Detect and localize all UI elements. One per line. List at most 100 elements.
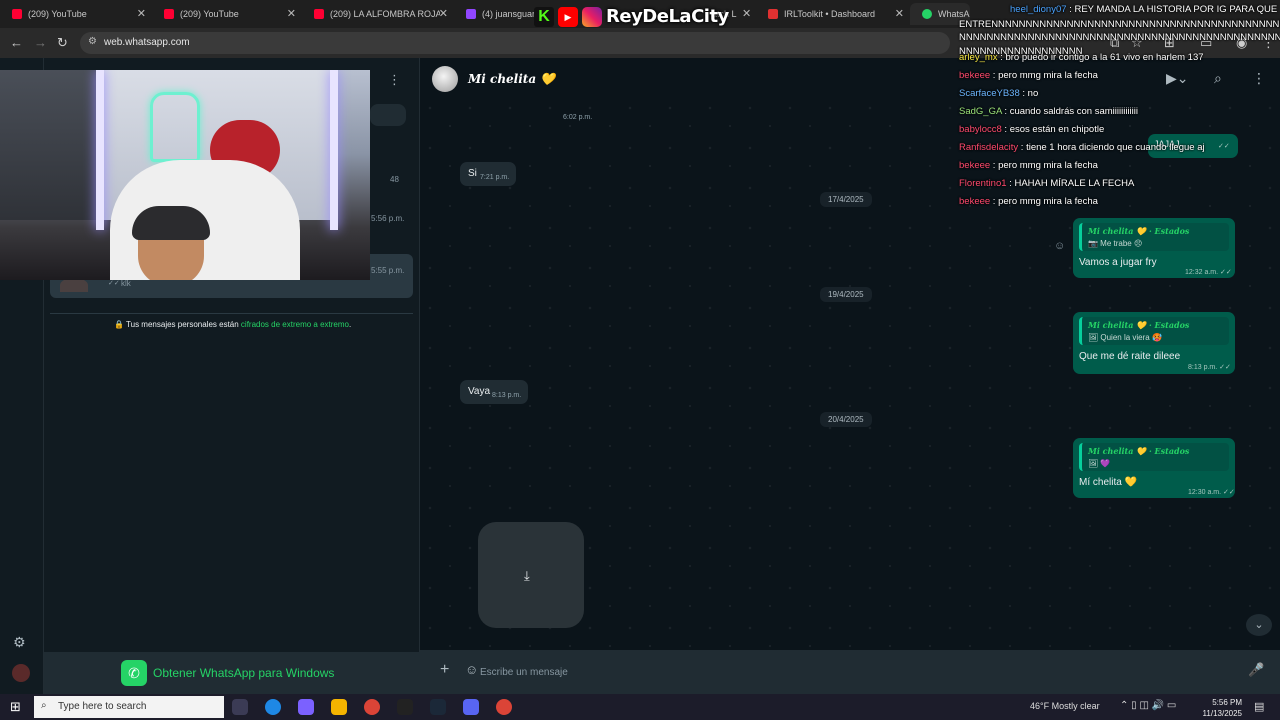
tab-irltoolkit[interactable]: IRLToolkit • Dashboard ✕	[756, 3, 910, 25]
task-view-icon[interactable]	[232, 699, 248, 715]
twitch-icon	[466, 9, 476, 19]
conversation-header[interactable]: Mi chelita 💛 ▶⌄ ⌕ ⋮	[420, 58, 1280, 102]
file-explorer-icon[interactable]	[331, 699, 347, 715]
tray-icons[interactable]: ⌃ ▯ ◫ 🔊 ▭	[1120, 700, 1176, 711]
windows-taskbar: ⊞ ⌕ Type here to search 46°F Mostly clea…	[0, 694, 1280, 720]
encryption-link[interactable]: cifrados de extremo a extremo	[241, 320, 349, 329]
media-placeholder[interactable]: ⤓	[478, 522, 584, 628]
chat-username: babylocc8	[959, 124, 1002, 135]
chat-separator: :	[1018, 142, 1027, 153]
divider	[50, 313, 413, 314]
encryption-note: 🔒 Tus mensajes personales están cifrados…	[114, 320, 351, 329]
emoji-react-icon[interactable]: ☺	[1054, 240, 1065, 252]
menu-icon[interactable]: ⋮	[1252, 70, 1266, 87]
steam-icon[interactable]	[430, 699, 446, 715]
message-input[interactable]	[480, 660, 1240, 684]
chat-message: REY MANDA LA HISTORIA POR IG PARA QUE	[1074, 4, 1278, 15]
outgoing-message[interactable]: Mi chelita 💛 · Estados 🖼 💜 Mí chelita 💛 …	[1073, 438, 1235, 498]
chrome-icon[interactable]	[364, 699, 380, 715]
chat-message: tiene 1 hora diciendo que cuando llegue …	[1026, 142, 1205, 153]
edge-icon[interactable]	[265, 699, 281, 715]
address-bar[interactable]: ⚙ web.whatsapp.com	[80, 32, 950, 54]
reload-icon[interactable]: ↻	[57, 35, 68, 51]
discord-icon[interactable]	[463, 699, 479, 715]
attach-plus-icon[interactable]: +	[440, 661, 449, 679]
outgoing-message[interactable]: Mi chelita 💛 · Estados 📷 Me trabe 😣 Vamo…	[1073, 218, 1235, 278]
chat-username: SadG_GA	[959, 106, 1002, 117]
message-text: Vaya	[468, 386, 491, 397]
incoming-message[interactable]: Vaya 8:13 p.m.	[460, 380, 528, 404]
tab-twitch[interactable]: (4) juansguarn	[454, 3, 534, 25]
tab-youtube-2[interactable]: (209) YouTube ✕	[152, 3, 302, 25]
windows-start-icon[interactable]: ⊞	[10, 699, 21, 715]
quote-author: Mi chelita 💛 · Estados	[1088, 320, 1190, 330]
message-time: 6:02 p.m.	[563, 114, 593, 121]
download-icon[interactable]: ⤓	[524, 568, 530, 584]
microphone-icon[interactable]: 🎤	[1248, 662, 1264, 678]
chat-line: bekeee : pero mmg mira la fecha	[959, 160, 1098, 171]
notification-icon[interactable]: ▤	[1254, 700, 1264, 713]
close-icon[interactable]: ✕	[742, 7, 751, 20]
webcam-overlay	[0, 70, 370, 280]
close-icon[interactable]: ✕	[287, 7, 296, 20]
person-hat	[132, 206, 210, 240]
chat-message: pero mmg mira la fecha	[998, 70, 1098, 81]
url-text: web.whatsapp.com	[104, 37, 190, 48]
forward-icon[interactable]: →	[34, 35, 47, 50]
chat-message: esos están en chipotle	[1009, 124, 1105, 135]
site-info-icon[interactable]: ⚙	[88, 36, 97, 47]
tab-label: IRLToolkit • Dashboard	[784, 9, 876, 19]
read-ticks-icon: ✓✓	[1218, 143, 1230, 150]
get-app-label: Obtener WhatsApp para Windows	[153, 666, 335, 680]
chat-separator: :	[990, 160, 999, 171]
read-ticks-icon: ✓✓	[108, 280, 120, 287]
chat-username: ScarfaceYB38	[959, 88, 1020, 99]
back-icon[interactable]: ←	[10, 35, 23, 50]
video-call-icon[interactable]: ▶⌄	[1166, 70, 1189, 87]
close-icon[interactable]: ✕	[137, 7, 146, 20]
filter-chip[interactable]	[370, 104, 406, 126]
chat-username: Ranfisdelacity	[959, 142, 1019, 153]
status-reply-quote[interactable]: Mi chelita 💛 · Estados 🖼 💜	[1079, 443, 1229, 471]
clock[interactable]: 5:56 PM 11/13/2025	[1196, 697, 1242, 719]
chat-message: no	[1027, 88, 1039, 99]
contact-name[interactable]: Mi chelita 💛	[468, 72, 555, 86]
chat-message: ENTRENNNNNNNNNNNNNNNNNNNNNNNNNNNNNNNNNNN…	[959, 19, 1280, 30]
tab-youtube-3[interactable]: (209) LA ALFOMBRA ROJA - ✕	[302, 3, 454, 25]
message-text: Vamos a jugar fry	[1079, 257, 1157, 268]
chrome-icon[interactable]	[496, 699, 512, 715]
close-icon[interactable]: ✕	[439, 7, 448, 20]
obs-icon[interactable]	[397, 699, 413, 715]
outgoing-message[interactable]: Mi chelita 💛 · Estados 🖼 Quien la viera …	[1073, 312, 1235, 374]
tab-youtube-1[interactable]: (209) YouTube ✕	[0, 3, 152, 25]
contact-avatar[interactable]	[432, 66, 458, 92]
quote-author: Mi chelita 💛 · Estados	[1088, 446, 1190, 456]
chat-line: bekeee : pero mmg mira la fecha	[959, 196, 1098, 207]
led-strip	[96, 70, 104, 230]
chat-message: bro puedo ir contigo a la 61 vivo en har…	[1005, 52, 1204, 63]
close-icon[interactable]: ✕	[895, 7, 904, 20]
menu-icon[interactable]: ⋮	[388, 72, 401, 88]
scroll-down-button[interactable]: ⌄	[1246, 614, 1272, 636]
chat-message: cuando saldrás con samiiiiiiiiiiii	[1009, 106, 1139, 117]
copilot-icon[interactable]	[298, 699, 314, 715]
youtube-icon	[314, 9, 324, 19]
status-reply-quote[interactable]: Mi chelita 💛 · Estados 🖼 Quien la viera …	[1079, 317, 1229, 345]
incoming-message[interactable]: Si 7:21 p.m.	[460, 162, 516, 186]
profile-avatar[interactable]	[12, 664, 30, 682]
weather-widget[interactable]: 46°F Mostly clear	[1030, 701, 1100, 711]
youtube-icon	[164, 9, 174, 19]
chat-separator: :	[1019, 88, 1028, 99]
encryption-text: 🔒 Tus mensajes personales están	[114, 320, 241, 329]
chat-time: 5:55 p.m.	[371, 266, 405, 275]
clock-time: 5:56 PM	[1212, 698, 1242, 707]
get-app-banner[interactable]: ✆ Obtener WhatsApp para Windows	[44, 652, 420, 694]
search-icon[interactable]: ⌕	[1214, 70, 1222, 87]
avatar	[60, 278, 88, 292]
tab-label: (209) LA ALFOMBRA ROJA -	[330, 9, 440, 19]
tab-label: (209) YouTube	[28, 9, 87, 19]
taskbar-search[interactable]: ⌕ Type here to search	[34, 696, 224, 718]
settings-gear-icon[interactable]: ⚙	[13, 634, 26, 651]
sticker-icon[interactable]: ☺	[465, 662, 478, 677]
status-reply-quote[interactable]: Mi chelita 💛 · Estados 📷 Me trabe 😣	[1079, 223, 1229, 251]
